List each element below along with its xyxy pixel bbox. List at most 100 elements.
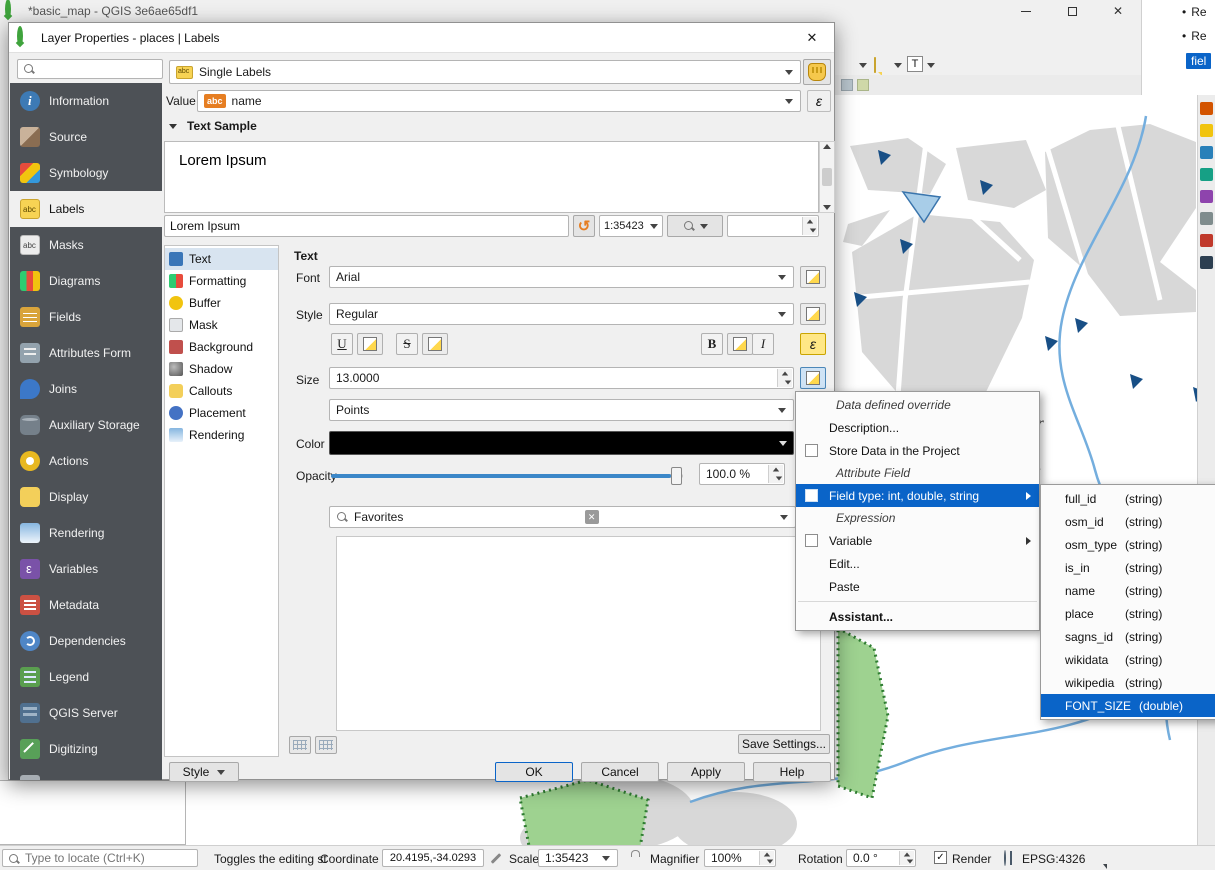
tab-shadow[interactable]: Shadow <box>165 358 278 380</box>
field-item-name[interactable]: name(string) <box>1041 579 1215 602</box>
label-tool-icon[interactable] <box>857 79 869 91</box>
spin-arrows[interactable] <box>768 465 783 483</box>
size-spinbox[interactable]: 13.0000 <box>329 367 794 389</box>
preview-scrollbar[interactable] <box>819 141 835 213</box>
scroll-thumb[interactable] <box>822 168 832 186</box>
expression-builder-button[interactable]: ε <box>807 90 831 112</box>
opacity-slider[interactable] <box>331 467 683 485</box>
text-annotation-icon[interactable]: T <box>907 56 923 72</box>
rotation-spinbox[interactable]: 0.0 ° <box>846 849 916 867</box>
dock-selected-item[interactable]: fiel <box>1186 53 1211 69</box>
italic-data-defined-button[interactable]: ε <box>800 333 826 355</box>
apply-button[interactable]: Apply <box>667 762 745 782</box>
magnifier-spinbox[interactable]: 100% <box>704 849 776 867</box>
size-unit-combo[interactable]: Points <box>329 399 794 421</box>
tab-formatting[interactable]: Formatting <box>165 270 278 292</box>
tool-icon[interactable] <box>1200 146 1213 159</box>
tool-icon[interactable] <box>1200 102 1213 115</box>
sidebar-item-display[interactable]: Display <box>10 479 162 515</box>
annotation-bubble-icon[interactable] <box>874 57 876 73</box>
menu-item-description[interactable]: Description... <box>796 416 1039 439</box>
preview-background-button[interactable] <box>667 215 723 237</box>
locate-input[interactable] <box>2 849 198 867</box>
scroll-up-icon[interactable] <box>823 144 831 149</box>
sidebar-item-digitizing[interactable]: Digitizing <box>10 731 162 767</box>
italic-button[interactable]: I <box>752 333 774 355</box>
chevron-down-icon[interactable] <box>859 63 867 68</box>
style-gallery-area[interactable] <box>336 536 821 731</box>
strikethrough-button[interactable]: S <box>396 333 418 355</box>
preview-extra-spinbox[interactable] <box>727 215 819 237</box>
field-item-osm_id[interactable]: osm_id(string) <box>1041 510 1215 533</box>
ok-button[interactable]: OK <box>495 762 573 782</box>
spin-arrows[interactable] <box>802 217 817 235</box>
tool-icon[interactable] <box>1200 256 1213 269</box>
sidebar-item-auxiliary-storage[interactable]: Auxiliary Storage <box>10 407 162 443</box>
sample-scale-combo[interactable]: 1:35423 <box>599 215 663 237</box>
text-sample-header[interactable]: Text Sample <box>187 119 257 133</box>
sidebar-item-joins[interactable]: Joins <box>10 371 162 407</box>
font-data-defined-button[interactable] <box>800 266 826 288</box>
minimize-button[interactable] <box>1003 0 1049 22</box>
sidebar-item-3d-view[interactable]: 3D View <box>10 767 162 780</box>
chevron-down-icon[interactable] <box>927 63 935 68</box>
sample-text-input[interactable] <box>164 215 569 237</box>
tool-icon[interactable] <box>1200 212 1213 225</box>
sidebar-item-source[interactable]: Source <box>10 119 162 155</box>
properties-search-input[interactable] <box>17 59 163 79</box>
field-item-wikidata[interactable]: wikidata(string) <box>1041 648 1215 671</box>
menu-item-store-data[interactable]: Store Data in the Project <box>796 439 1039 462</box>
sidebar-item-qgis-server[interactable]: QGIS Server <box>10 695 162 731</box>
render-checkbox[interactable]: ✓ <box>934 851 947 864</box>
collapse-triangle-icon[interactable] <box>169 124 177 129</box>
checkbox-icon[interactable] <box>805 444 818 457</box>
tab-buffer[interactable]: Buffer <box>165 292 278 314</box>
tab-background[interactable]: Background <box>165 336 278 358</box>
style-menu-button[interactable]: Style <box>169 762 239 782</box>
sidebar-item-labels[interactable]: Labels <box>10 191 162 227</box>
menu-item-paste[interactable]: Paste <box>796 575 1039 598</box>
crs-label[interactable]: EPSG:4326 <box>1022 852 1085 866</box>
underline-data-defined-button[interactable] <box>357 333 383 355</box>
scale-combo[interactable]: 1:35423 <box>538 849 618 867</box>
font-style-combo[interactable]: Regular <box>329 303 794 325</box>
menu-item-assistant[interactable]: Assistant... <box>796 605 1039 628</box>
maximize-button[interactable] <box>1049 0 1095 22</box>
opacity-spinbox[interactable]: 100.0 % <box>699 463 785 485</box>
field-item-full_id[interactable]: full_id(string) <box>1041 487 1215 510</box>
save-settings-button[interactable]: Save Settings... <box>738 734 830 754</box>
underline-button[interactable]: U <box>331 333 353 355</box>
sidebar-item-rendering[interactable]: Rendering <box>10 515 162 551</box>
favorites-search-combo[interactable]: Favorites ✕ <box>329 506 796 528</box>
bold-button[interactable]: B <box>701 333 723 355</box>
crs-globe-icon[interactable] <box>1004 850 1006 866</box>
sidebar-item-diagrams[interactable]: Diagrams <box>10 263 162 299</box>
labels-mode-combo[interactable]: Single Labels <box>169 60 801 84</box>
field-item-sagns_id[interactable]: sagns_id(string) <box>1041 625 1215 648</box>
spin-arrows[interactable] <box>759 851 774 865</box>
dialog-titlebar[interactable]: Layer Properties - places | Labels ✕ <box>9 23 834 53</box>
size-data-defined-button[interactable] <box>800 367 826 389</box>
list-view-button[interactable] <box>315 736 337 754</box>
label-tool-icon[interactable] <box>841 79 853 91</box>
checkbox-icon[interactable] <box>805 534 818 547</box>
tool-icon[interactable] <box>1200 168 1213 181</box>
dialog-close-button[interactable]: ✕ <box>790 23 834 52</box>
chevron-down-icon[interactable] <box>894 63 902 68</box>
tool-icon[interactable] <box>1200 190 1213 203</box>
field-item-wikipedia[interactable]: wikipedia(string) <box>1041 671 1215 694</box>
sidebar-item-symbology[interactable]: Symbology <box>10 155 162 191</box>
field-item-is_in[interactable]: is_in(string) <box>1041 556 1215 579</box>
sidebar-item-metadata[interactable]: Metadata <box>10 587 162 623</box>
slider-handle[interactable] <box>671 467 682 485</box>
sidebar-item-masks[interactable]: Masks <box>10 227 162 263</box>
help-button[interactable]: Help <box>753 762 831 782</box>
tab-rendering[interactable]: Rendering <box>165 424 278 446</box>
color-button[interactable] <box>329 431 794 455</box>
style-data-defined-button[interactable] <box>800 303 826 325</box>
font-combo[interactable]: Arial <box>329 266 794 288</box>
value-field-combo[interactable]: abc name <box>197 90 801 112</box>
scroll-down-icon[interactable] <box>823 205 831 210</box>
cancel-button[interactable]: Cancel <box>581 762 659 782</box>
spin-arrows[interactable] <box>899 851 914 865</box>
